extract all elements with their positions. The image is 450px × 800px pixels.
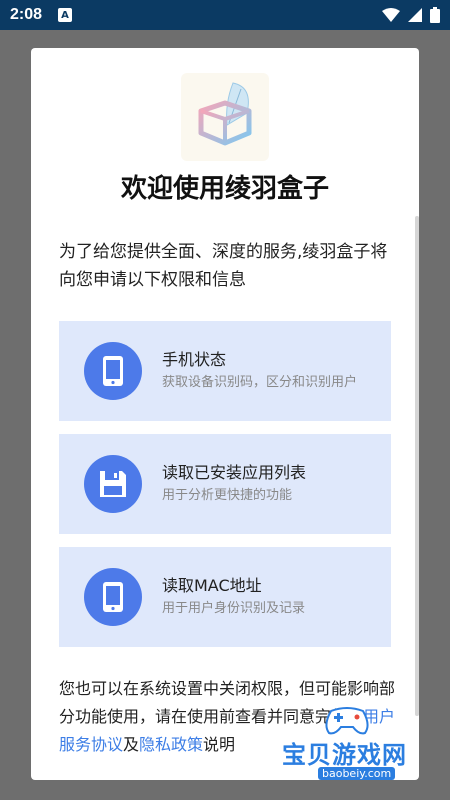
battery-icon <box>430 7 440 23</box>
privacy-policy-link[interactable]: 隐私政策 <box>139 735 203 754</box>
status-time: 2:08 <box>10 6 43 23</box>
permission-title: 读取MAC地址 <box>162 576 262 595</box>
dialog-intro: 为了给您提供全面、深度的服务,绫羽盒子将向您申请以下权限和信息 <box>59 242 388 290</box>
permission-dialog: 欢迎使用绫羽盒子 为了给您提供全面、深度的服务,绫羽盒子将向您申请以下权限和信息… <box>31 48 419 780</box>
wifi-icon <box>382 8 400 22</box>
status-bar: 2:08 A <box>0 0 450 30</box>
watermark-text: 宝贝游戏网 <box>282 741 407 769</box>
permission-title: 读取已安装应用列表 <box>162 463 307 482</box>
signal-icon <box>408 8 422 22</box>
app-logo <box>181 73 269 161</box>
gamepad-icon <box>325 707 369 735</box>
permission-desc: 用于分析更快捷的功能 <box>162 488 293 503</box>
footer-suffix: 说明 <box>203 735 236 754</box>
save-disk-icon <box>84 455 142 513</box>
permission-title: 手机状态 <box>162 350 227 369</box>
watermark: 宝贝游戏网 baobeiy.com <box>278 705 448 785</box>
phone-icon <box>84 342 142 400</box>
permission-desc: 获取设备识别码，区分和识别用户 <box>162 375 358 390</box>
box-feather-logo-icon <box>198 82 252 146</box>
notification-app-icon: A <box>58 8 73 22</box>
dialog-title: 欢迎使用绫羽盒子 <box>120 173 329 203</box>
permission-item-mac-address: 读取MAC地址 用于用户身份识别及记录 <box>59 547 391 647</box>
permission-item-phone-state: 手机状态 获取设备识别码，区分和识别用户 <box>59 321 391 421</box>
watermark-url: baobeiy.com <box>318 767 396 780</box>
scrollbar[interactable] <box>415 216 419 716</box>
permission-desc: 用于用户身份识别及记录 <box>162 601 306 616</box>
phone-icon <box>84 568 142 626</box>
footer-and: 及 <box>123 735 140 754</box>
permission-list: 手机状态 获取设备识别码，区分和识别用户 读取已安装应用列表 用于分析更快捷的功… <box>59 321 391 660</box>
permission-item-app-list: 读取已安装应用列表 用于分析更快捷的功能 <box>59 434 391 534</box>
status-icons <box>382 7 440 23</box>
